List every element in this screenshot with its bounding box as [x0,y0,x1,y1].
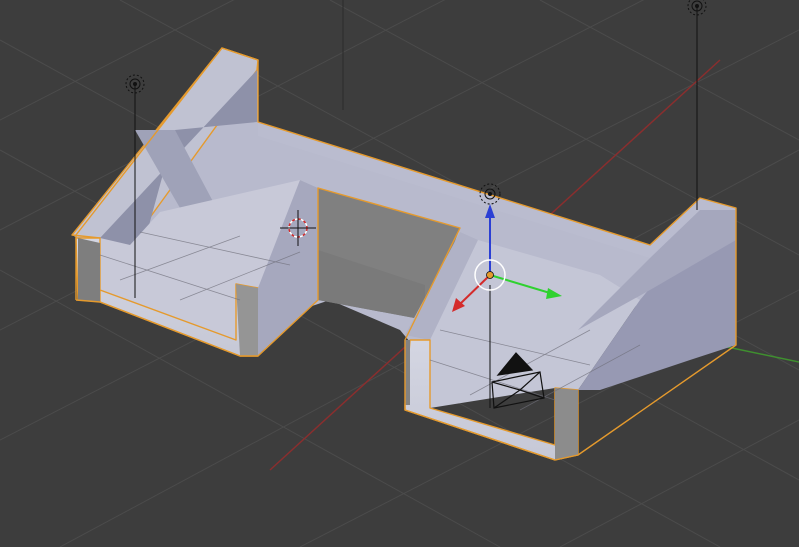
3d-viewport[interactable] [0,0,799,547]
mesh-object[interactable] [71,47,737,461]
viewport-canvas[interactable] [0,0,799,547]
left-post [78,238,100,302]
right-post [405,340,410,405]
pivot-point-icon[interactable] [486,271,494,279]
lamp-icon[interactable] [687,0,707,210]
right-pillar [555,388,578,460]
